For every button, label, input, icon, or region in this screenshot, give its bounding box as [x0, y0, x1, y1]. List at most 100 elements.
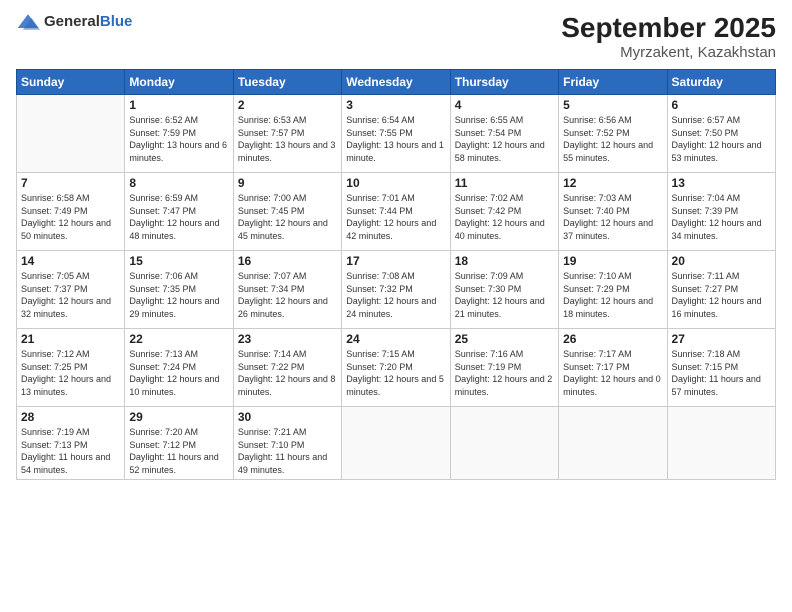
table-row	[667, 407, 775, 480]
day-number: 13	[672, 176, 771, 190]
day-number: 12	[563, 176, 662, 190]
cell-info: Sunrise: 7:15 AM Sunset: 7:20 PM Dayligh…	[346, 348, 445, 398]
cell-info: Sunrise: 7:14 AM Sunset: 7:22 PM Dayligh…	[238, 348, 337, 398]
table-row	[450, 407, 558, 480]
month-title: September 2025	[561, 12, 776, 44]
table-row: 10 Sunrise: 7:01 AM Sunset: 7:44 PM Dayl…	[342, 173, 450, 251]
table-row: 4 Sunrise: 6:55 AM Sunset: 7:54 PM Dayli…	[450, 95, 558, 173]
col-monday: Monday	[125, 70, 233, 95]
day-number: 25	[455, 332, 554, 346]
table-row: 17 Sunrise: 7:08 AM Sunset: 7:32 PM Dayl…	[342, 251, 450, 329]
table-row: 29 Sunrise: 7:20 AM Sunset: 7:12 PM Dayl…	[125, 407, 233, 480]
table-row: 9 Sunrise: 7:00 AM Sunset: 7:45 PM Dayli…	[233, 173, 341, 251]
cell-info: Sunrise: 7:07 AM Sunset: 7:34 PM Dayligh…	[238, 270, 337, 320]
logo-general: General	[44, 13, 100, 30]
col-sunday: Sunday	[17, 70, 125, 95]
cell-info: Sunrise: 7:11 AM Sunset: 7:27 PM Dayligh…	[672, 270, 771, 320]
table-row: 1 Sunrise: 6:52 AM Sunset: 7:59 PM Dayli…	[125, 95, 233, 173]
table-row	[342, 407, 450, 480]
cell-info: Sunrise: 7:08 AM Sunset: 7:32 PM Dayligh…	[346, 270, 445, 320]
day-number: 26	[563, 332, 662, 346]
cell-info: Sunrise: 7:20 AM Sunset: 7:12 PM Dayligh…	[129, 426, 228, 476]
day-number: 19	[563, 254, 662, 268]
table-row: 23 Sunrise: 7:14 AM Sunset: 7:22 PM Dayl…	[233, 329, 341, 407]
table-row: 19 Sunrise: 7:10 AM Sunset: 7:29 PM Dayl…	[559, 251, 667, 329]
title-block: September 2025 Myrzakent, Kazakhstan	[561, 12, 776, 61]
day-number: 23	[238, 332, 337, 346]
day-number: 27	[672, 332, 771, 346]
table-row: 5 Sunrise: 6:56 AM Sunset: 7:52 PM Dayli…	[559, 95, 667, 173]
cell-info: Sunrise: 6:55 AM Sunset: 7:54 PM Dayligh…	[455, 114, 554, 164]
col-friday: Friday	[559, 70, 667, 95]
table-row: 27 Sunrise: 7:18 AM Sunset: 7:15 PM Dayl…	[667, 329, 775, 407]
header: GeneralBlue September 2025 Myrzakent, Ka…	[16, 12, 776, 61]
col-tuesday: Tuesday	[233, 70, 341, 95]
day-number: 22	[129, 332, 228, 346]
cell-info: Sunrise: 6:58 AM Sunset: 7:49 PM Dayligh…	[21, 192, 120, 242]
table-row: 15 Sunrise: 7:06 AM Sunset: 7:35 PM Dayl…	[125, 251, 233, 329]
day-number: 3	[346, 98, 445, 112]
day-number: 14	[21, 254, 120, 268]
cell-info: Sunrise: 7:19 AM Sunset: 7:13 PM Dayligh…	[21, 426, 120, 476]
cell-info: Sunrise: 7:02 AM Sunset: 7:42 PM Dayligh…	[455, 192, 554, 242]
table-row: 21 Sunrise: 7:12 AM Sunset: 7:25 PM Dayl…	[17, 329, 125, 407]
day-number: 28	[21, 410, 120, 424]
cell-info: Sunrise: 7:01 AM Sunset: 7:44 PM Dayligh…	[346, 192, 445, 242]
table-row	[559, 407, 667, 480]
cell-info: Sunrise: 7:03 AM Sunset: 7:40 PM Dayligh…	[563, 192, 662, 242]
col-thursday: Thursday	[450, 70, 558, 95]
cell-info: Sunrise: 7:00 AM Sunset: 7:45 PM Dayligh…	[238, 192, 337, 242]
table-row: 12 Sunrise: 7:03 AM Sunset: 7:40 PM Dayl…	[559, 173, 667, 251]
logo: GeneralBlue	[16, 12, 132, 32]
header-row: Sunday Monday Tuesday Wednesday Thursday…	[17, 70, 776, 95]
day-number: 16	[238, 254, 337, 268]
day-number: 30	[238, 410, 337, 424]
day-number: 2	[238, 98, 337, 112]
table-row: 14 Sunrise: 7:05 AM Sunset: 7:37 PM Dayl…	[17, 251, 125, 329]
cell-info: Sunrise: 7:12 AM Sunset: 7:25 PM Dayligh…	[21, 348, 120, 398]
table-row: 16 Sunrise: 7:07 AM Sunset: 7:34 PM Dayl…	[233, 251, 341, 329]
day-number: 6	[672, 98, 771, 112]
table-row: 25 Sunrise: 7:16 AM Sunset: 7:19 PM Dayl…	[450, 329, 558, 407]
cell-info: Sunrise: 7:16 AM Sunset: 7:19 PM Dayligh…	[455, 348, 554, 398]
day-number: 1	[129, 98, 228, 112]
cell-info: Sunrise: 7:09 AM Sunset: 7:30 PM Dayligh…	[455, 270, 554, 320]
day-number: 7	[21, 176, 120, 190]
table-row: 28 Sunrise: 7:19 AM Sunset: 7:13 PM Dayl…	[17, 407, 125, 480]
table-row	[17, 95, 125, 173]
cell-info: Sunrise: 6:53 AM Sunset: 7:57 PM Dayligh…	[238, 114, 337, 164]
day-number: 20	[672, 254, 771, 268]
col-saturday: Saturday	[667, 70, 775, 95]
cell-info: Sunrise: 7:05 AM Sunset: 7:37 PM Dayligh…	[21, 270, 120, 320]
table-row: 18 Sunrise: 7:09 AM Sunset: 7:30 PM Dayl…	[450, 251, 558, 329]
logo-blue: Blue	[100, 13, 133, 30]
day-number: 5	[563, 98, 662, 112]
col-wednesday: Wednesday	[342, 70, 450, 95]
table-row: 8 Sunrise: 6:59 AM Sunset: 7:47 PM Dayli…	[125, 173, 233, 251]
day-number: 17	[346, 254, 445, 268]
day-number: 18	[455, 254, 554, 268]
cell-info: Sunrise: 6:59 AM Sunset: 7:47 PM Dayligh…	[129, 192, 228, 242]
day-number: 11	[455, 176, 554, 190]
cell-info: Sunrise: 6:54 AM Sunset: 7:55 PM Dayligh…	[346, 114, 445, 164]
cell-info: Sunrise: 7:18 AM Sunset: 7:15 PM Dayligh…	[672, 348, 771, 398]
table-row: 3 Sunrise: 6:54 AM Sunset: 7:55 PM Dayli…	[342, 95, 450, 173]
cell-info: Sunrise: 7:04 AM Sunset: 7:39 PM Dayligh…	[672, 192, 771, 242]
day-number: 29	[129, 410, 228, 424]
table-row: 11 Sunrise: 7:02 AM Sunset: 7:42 PM Dayl…	[450, 173, 558, 251]
table-row: 7 Sunrise: 6:58 AM Sunset: 7:49 PM Dayli…	[17, 173, 125, 251]
day-number: 4	[455, 98, 554, 112]
logo-text: GeneralBlue	[44, 13, 132, 31]
cell-info: Sunrise: 7:21 AM Sunset: 7:10 PM Dayligh…	[238, 426, 337, 476]
table-row: 22 Sunrise: 7:13 AM Sunset: 7:24 PM Dayl…	[125, 329, 233, 407]
cell-info: Sunrise: 7:13 AM Sunset: 7:24 PM Dayligh…	[129, 348, 228, 398]
table-row: 6 Sunrise: 6:57 AM Sunset: 7:50 PM Dayli…	[667, 95, 775, 173]
cell-info: Sunrise: 7:06 AM Sunset: 7:35 PM Dayligh…	[129, 270, 228, 320]
day-number: 10	[346, 176, 445, 190]
day-number: 15	[129, 254, 228, 268]
cell-info: Sunrise: 7:17 AM Sunset: 7:17 PM Dayligh…	[563, 348, 662, 398]
day-number: 8	[129, 176, 228, 190]
day-number: 21	[21, 332, 120, 346]
table-row: 20 Sunrise: 7:11 AM Sunset: 7:27 PM Dayl…	[667, 251, 775, 329]
table-row: 2 Sunrise: 6:53 AM Sunset: 7:57 PM Dayli…	[233, 95, 341, 173]
